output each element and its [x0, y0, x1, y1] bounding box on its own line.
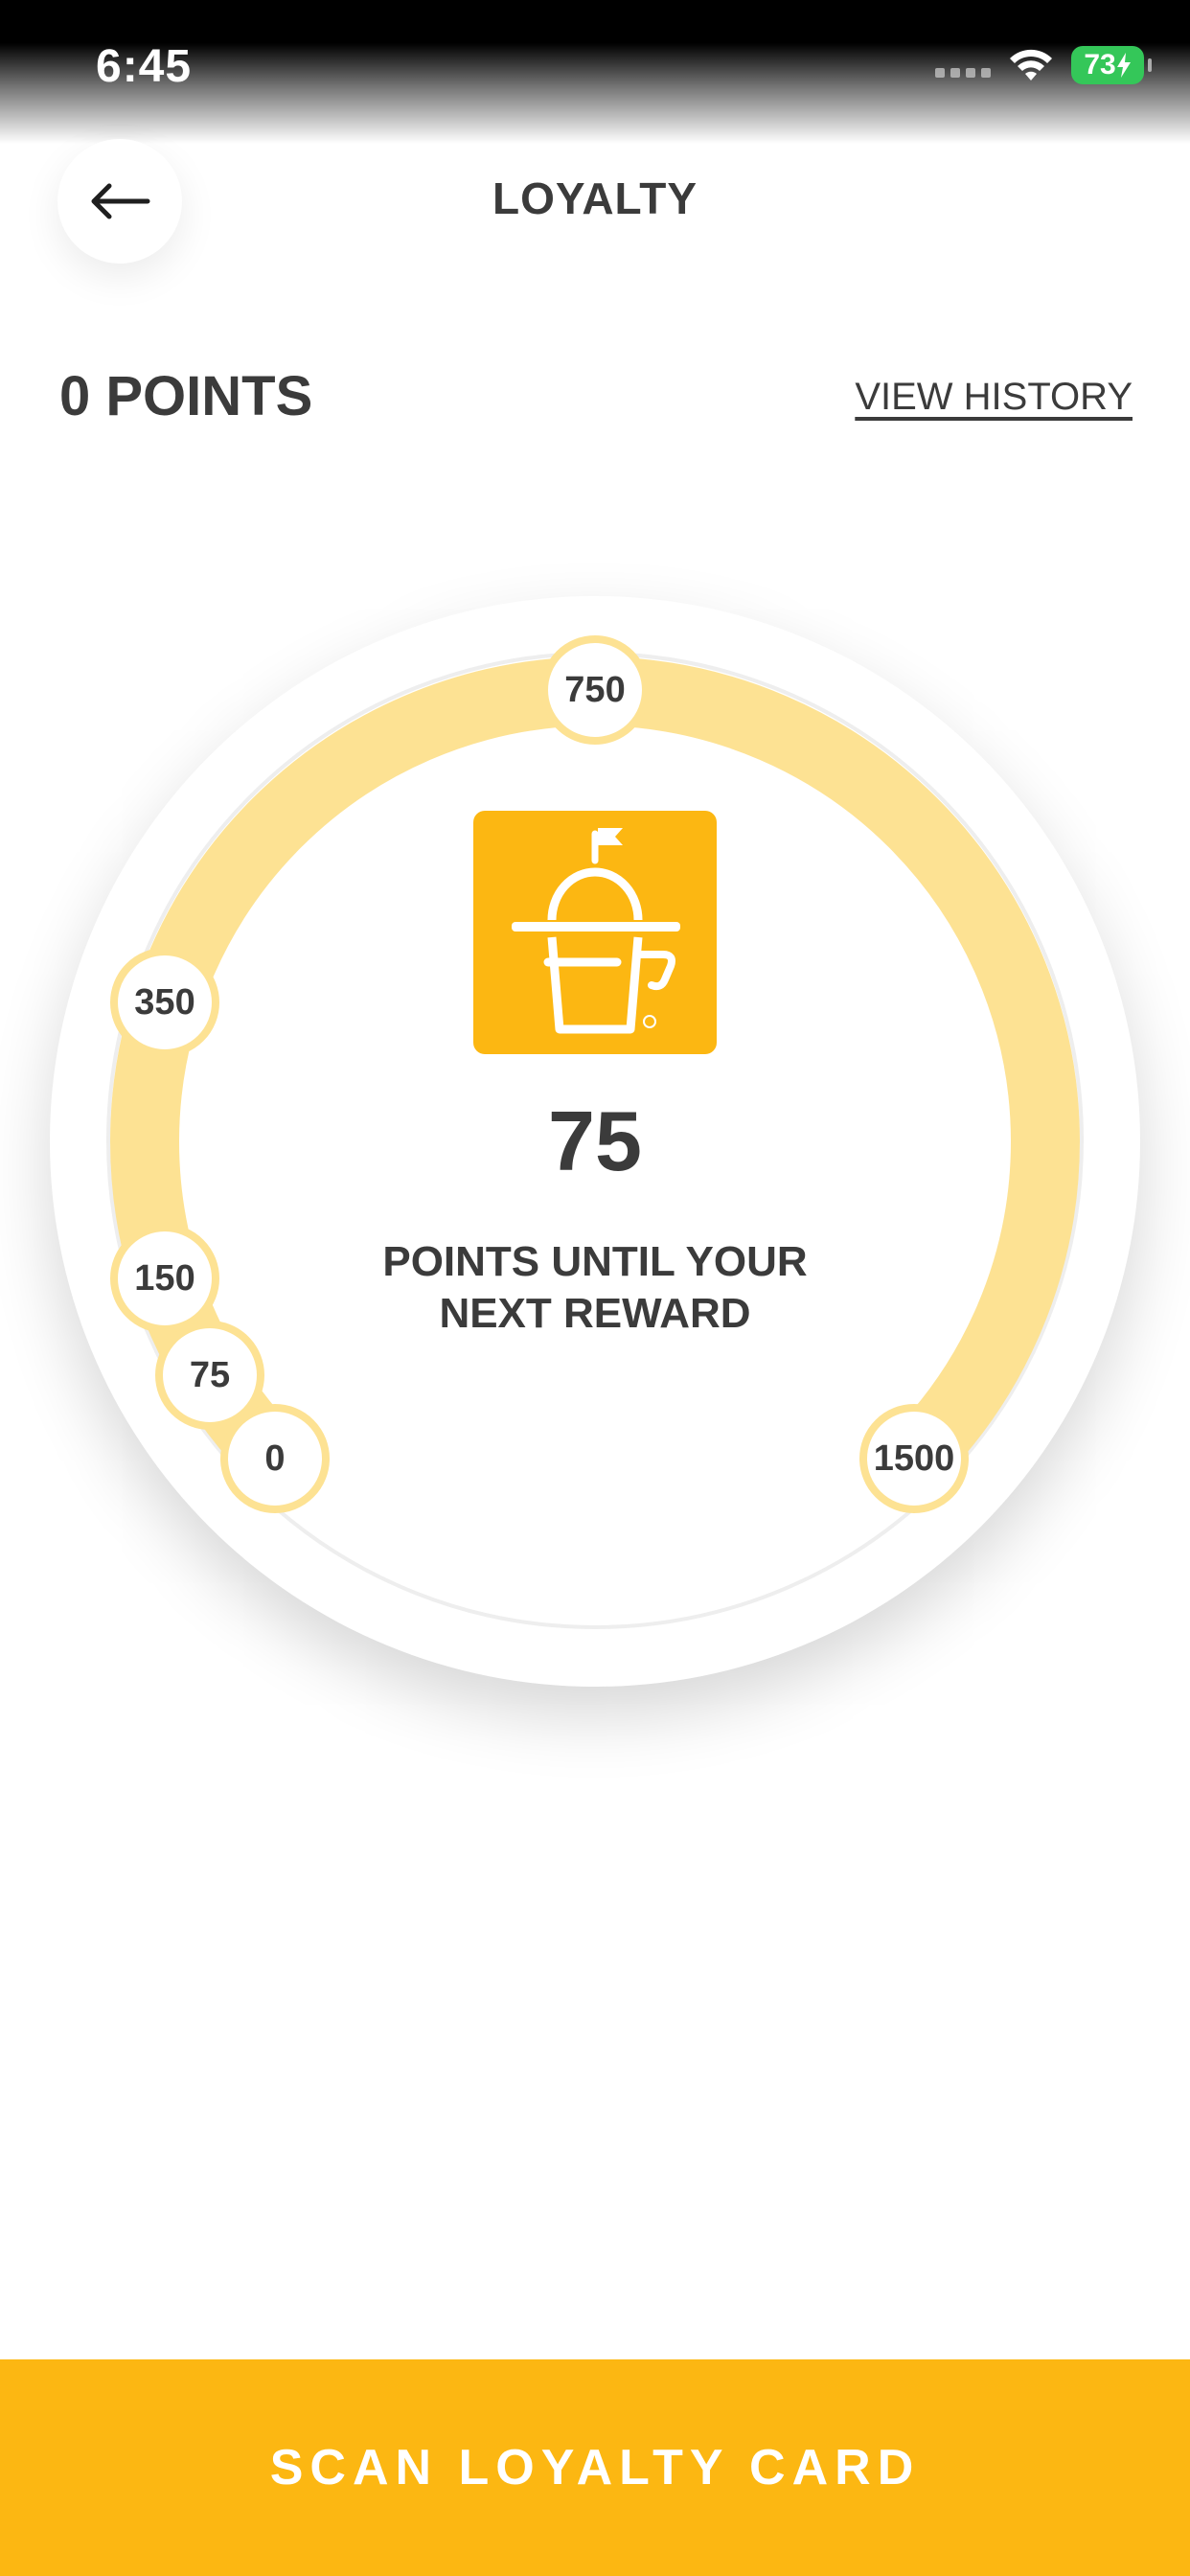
milestone-350[interactable]: 350 [110, 948, 219, 1057]
bucket-logo-icon [512, 828, 680, 1034]
points-remaining: 75 [548, 1093, 642, 1188]
reward-logo [473, 811, 717, 1054]
milestone-150[interactable]: 150 [110, 1224, 219, 1333]
progress-track [110, 656, 1080, 1493]
reward-caption: POINTS UNTIL YOUR NEXT REWARD [308, 1236, 882, 1340]
milestone-1500[interactable]: 1500 [859, 1404, 969, 1513]
reward-caption-line-2: NEXT REWARD [439, 1290, 751, 1337]
reward-caption-line-1: POINTS UNTIL YOUR [382, 1238, 808, 1285]
scan-loyalty-card-button[interactable]: SCAN LOYALTY CARD [0, 2359, 1190, 2576]
milestone-750[interactable]: 750 [540, 635, 650, 745]
milestone-0[interactable]: 0 [220, 1404, 330, 1513]
